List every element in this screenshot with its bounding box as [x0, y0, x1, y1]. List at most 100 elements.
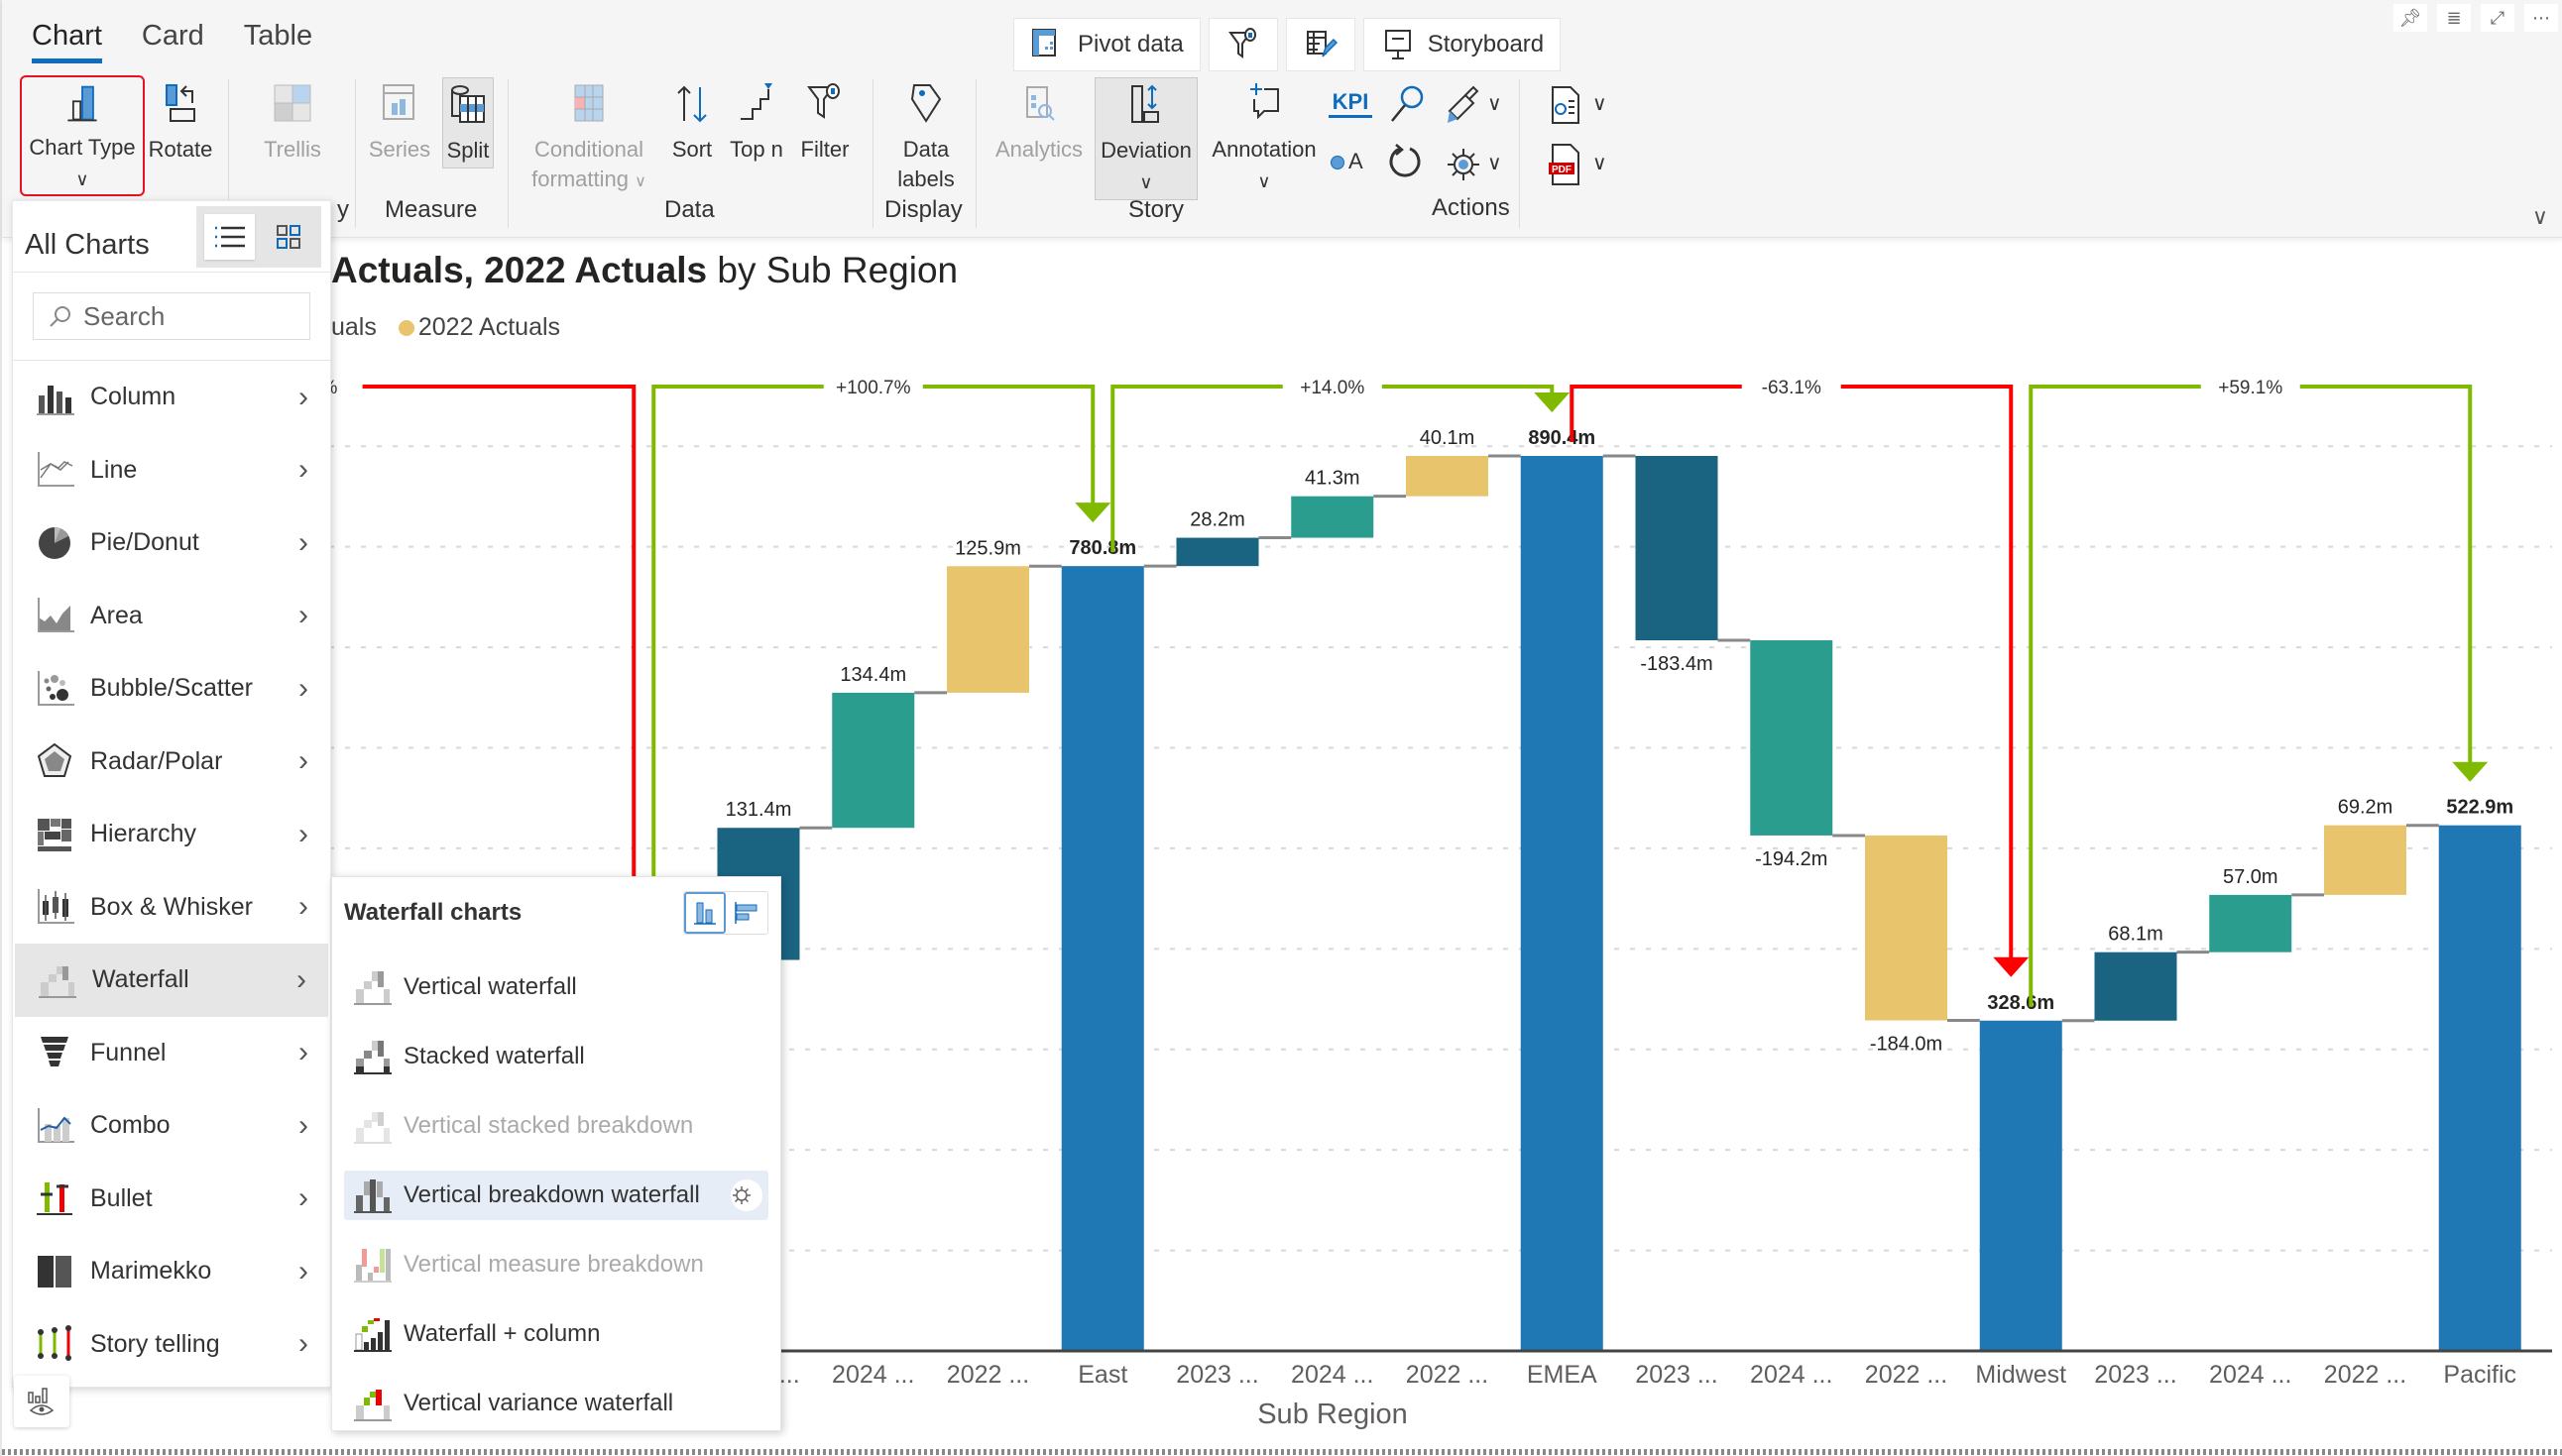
- group-label-story: Story: [1128, 196, 1185, 223]
- total-bar: [1520, 456, 1603, 1351]
- hierarchy-chart-icon: [38, 818, 71, 851]
- deviation-button[interactable]: Deviation ∨: [1095, 77, 1198, 200]
- legend-item-partial[interactable]: uals: [331, 313, 377, 341]
- filter-icon[interactable]: ≣: [2437, 4, 2471, 32]
- waterfall-type-stacked-waterfall[interactable]: Stacked waterfall: [344, 1032, 768, 1081]
- tab-card[interactable]: Card: [142, 20, 204, 63]
- chevron-down-icon[interactable]: ∨: [1487, 151, 1502, 175]
- chart-type-item-hierarchy[interactable]: Hierarchy ›: [13, 798, 330, 871]
- chart-type-item-bubble-scatter[interactable]: Bubble/Scatter ›: [13, 652, 330, 726]
- chart-type-item-marimekko[interactable]: Marimekko ›: [13, 1235, 330, 1308]
- chart-type-item-combo[interactable]: Combo ›: [13, 1089, 330, 1163]
- chart-title: Actuals, 2022 Actuals by Sub Region: [331, 250, 958, 291]
- waterfall-variant-icon: [354, 1112, 392, 1144]
- chevron-down-icon[interactable]: ∨: [1592, 151, 1607, 175]
- x-axis-tick-label: 2024 ...: [2209, 1361, 2291, 1389]
- chart-type-item-column[interactable]: Column ›: [13, 361, 330, 434]
- waterfall-type-vertical-breakdown-waterfall[interactable]: Vertical breakdown waterfall: [344, 1171, 768, 1220]
- waterfall-type-vertical-variance-waterfall[interactable]: Vertical variance waterfall: [344, 1379, 768, 1428]
- top-n-icon: [741, 83, 772, 120]
- chart-type-button[interactable]: Chart Type ∨: [20, 75, 145, 196]
- deviation-label: +59.1%: [2218, 378, 2282, 398]
- list-view-button[interactable]: [204, 214, 255, 260]
- split-button[interactable]: Split: [442, 77, 494, 168]
- chevron-down-icon[interactable]: ∨: [1487, 91, 1502, 116]
- annotation-button[interactable]: Annotation ∨: [1206, 81, 1323, 196]
- chart-type-item-area[interactable]: Area ›: [13, 580, 330, 653]
- waterfall-variant-icon: [354, 1041, 392, 1074]
- conditional-formatting-button[interactable]: Conditional formatting ∨: [520, 81, 658, 197]
- chart-type-item-funnel[interactable]: Funnel ›: [13, 1017, 330, 1090]
- paint-brush-icon[interactable]: [1444, 83, 1483, 127]
- chevron-right-icon: ›: [298, 671, 308, 705]
- line-chart-icon: [38, 452, 74, 488]
- gear-icon[interactable]: [731, 1179, 762, 1211]
- data-label: 57.0m: [2223, 866, 2278, 888]
- waterfall-type-vertical-stacked-breakdown[interactable]: Vertical stacked breakdown: [344, 1101, 768, 1151]
- delta-bar: [1291, 496, 1374, 538]
- tab-table[interactable]: Table: [244, 20, 312, 63]
- more-options-icon[interactable]: ⋯: [2524, 4, 2558, 32]
- chevron-down-icon[interactable]: ∨: [1592, 91, 1607, 116]
- vertical-orientation-button[interactable]: [684, 892, 726, 934]
- visual-settings-button[interactable]: [14, 1376, 69, 1427]
- rotate-button[interactable]: Rotate: [145, 81, 216, 165]
- waterfall-type-vertical-waterfall[interactable]: Vertical waterfall: [344, 962, 768, 1012]
- chart-type-item-radar-polar[interactable]: Radar/Polar ›: [13, 726, 330, 799]
- analytics-button[interactable]: Analytics: [990, 81, 1089, 165]
- chart-type-item-story-telling[interactable]: Story telling ›: [13, 1308, 330, 1382]
- magnifier-icon[interactable]: [1386, 83, 1426, 127]
- chevron-right-icon: ›: [298, 890, 308, 924]
- edit-table-button[interactable]: [1285, 18, 1355, 71]
- waterfall-type-waterfall-column[interactable]: Waterfall + column: [344, 1309, 768, 1359]
- trellis-button[interactable]: Trellis: [250, 81, 335, 165]
- pivot-data-button[interactable]: Pivot data: [1013, 18, 1201, 71]
- chart-type-item-box-whisker[interactable]: Box & Whisker ›: [13, 871, 330, 945]
- reset-icon[interactable]: [1386, 141, 1426, 184]
- filter-button[interactable]: Filter: [793, 81, 857, 165]
- data-label: 890.4m: [1528, 427, 1595, 449]
- storyboard-button[interactable]: Storyboard: [1362, 18, 1562, 71]
- dot-icon: [1331, 156, 1344, 170]
- legend-label-toggle[interactable]: A: [1331, 149, 1363, 174]
- x-axis-tick-label: Midwest: [1975, 1361, 2066, 1389]
- chevron-right-icon: ›: [298, 1108, 308, 1142]
- funnel-chart-icon: [41, 1037, 68, 1067]
- export-settings-icon[interactable]: [1545, 83, 1584, 127]
- search-icon: [50, 306, 70, 327]
- legend-item-2022[interactable]: 2022 Actuals: [418, 313, 560, 341]
- chart-type-label: Pie/Donut: [90, 528, 199, 557]
- chevron-right-icon: ›: [298, 1036, 308, 1069]
- chart-type-item-pie-donut[interactable]: Pie/Donut ›: [13, 506, 330, 580]
- deviation-label: -63.1%: [1762, 378, 1821, 398]
- chevron-right-icon: ›: [298, 744, 308, 778]
- data-labels-button[interactable]: Data labels: [886, 81, 966, 194]
- pdf-export-icon[interactable]: PDF: [1545, 143, 1584, 186]
- analytics-icon: [1026, 86, 1055, 121]
- series-button[interactable]: Series: [365, 81, 434, 165]
- focus-mode-icon[interactable]: ⤢: [2481, 4, 2514, 32]
- chevron-down-icon: ∨: [1139, 172, 1153, 192]
- app-window: 131.4m 2023 ... 134.4m 2024 ... 125.9m 2022 .…: [0, 0, 2562, 1456]
- grid-view-button[interactable]: [263, 214, 313, 260]
- chart-type-item-line[interactable]: Line ›: [13, 434, 330, 507]
- chart-search-input[interactable]: Search: [33, 292, 310, 340]
- x-axis-tick-label: 2022 ...: [1406, 1361, 1488, 1389]
- kpi-button[interactable]: KPI: [1329, 89, 1372, 118]
- chart-type-item-bullet[interactable]: Bullet ›: [13, 1163, 330, 1236]
- waterfall-type-vertical-measure-breakdown[interactable]: Vertical measure breakdown: [344, 1240, 768, 1289]
- table-edit-icon: [1306, 31, 1338, 57]
- settings-gear-icon[interactable]: [1444, 145, 1483, 184]
- pin-icon[interactable]: 📌︎: [2393, 4, 2427, 32]
- data-label: 522.9m: [2446, 797, 2513, 819]
- chart-type-label: Column: [90, 383, 176, 411]
- waterfall-variant-icon: [354, 1179, 392, 1213]
- sort-button[interactable]: Sort: [664, 81, 720, 165]
- chart-type-item-waterfall[interactable]: Waterfall ›: [15, 944, 328, 1017]
- tab-chart[interactable]: Chart: [32, 20, 102, 63]
- top-n-button[interactable]: Top n: [724, 81, 789, 165]
- horizontal-orientation-button[interactable]: [726, 892, 767, 934]
- collapse-ribbon-icon[interactable]: ∨: [2532, 204, 2548, 230]
- data-filter-button[interactable]: [1208, 18, 1278, 71]
- split-label: Split: [446, 138, 490, 163]
